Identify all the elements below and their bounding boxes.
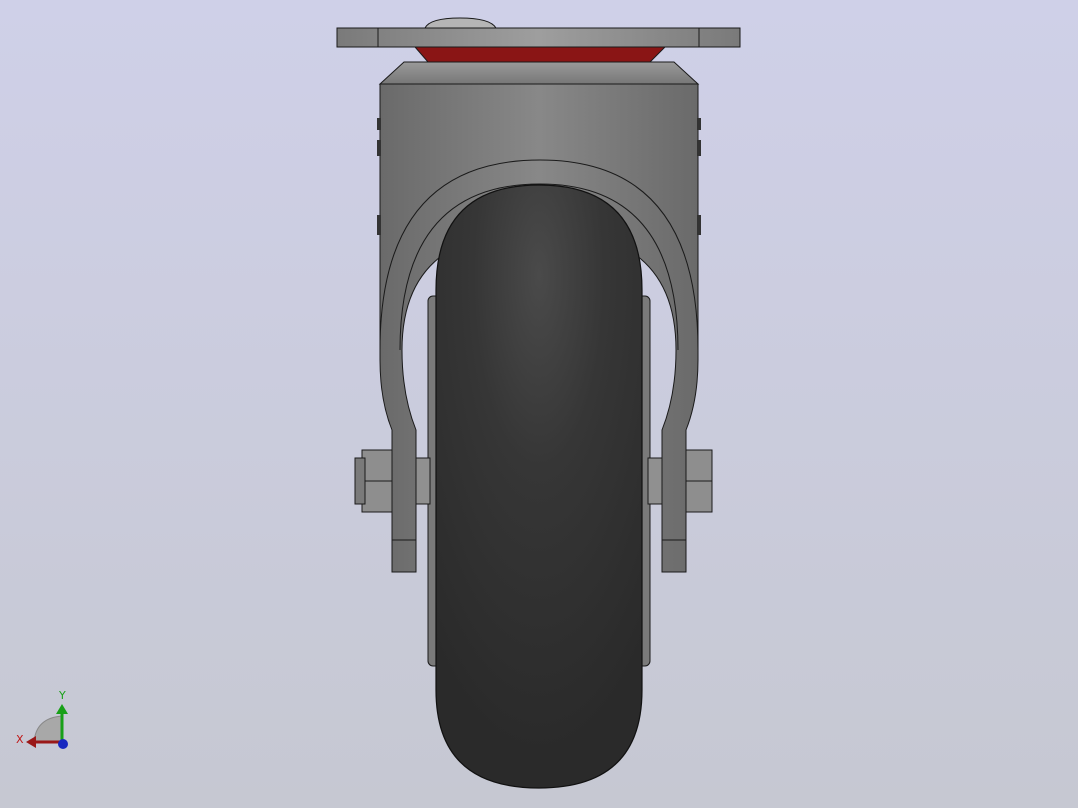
axle-spacer-right xyxy=(647,457,663,505)
rivet-left-1 xyxy=(377,118,381,130)
rivet-left-3 xyxy=(377,215,381,235)
triad-x-label: X xyxy=(16,733,24,746)
axle-spacer-left xyxy=(415,457,431,505)
viewport-canvas[interactable] xyxy=(0,0,1078,808)
fork-neck xyxy=(378,61,700,85)
axle-bolt-end-left xyxy=(354,457,366,505)
cad-viewport[interactable]: X Y xyxy=(0,0,1078,808)
rivet-right-2 xyxy=(697,140,701,156)
rivet-right-3 xyxy=(697,215,701,235)
rivet-right-1 xyxy=(697,118,701,130)
rivet-left-2 xyxy=(377,140,381,156)
tire-body xyxy=(435,184,643,789)
swivel-bearing-race xyxy=(413,46,667,63)
plate-body xyxy=(336,27,741,48)
wheel-tire[interactable] xyxy=(435,184,643,789)
triad-z-axis xyxy=(58,739,68,749)
triad-y-label: Y xyxy=(59,689,66,702)
